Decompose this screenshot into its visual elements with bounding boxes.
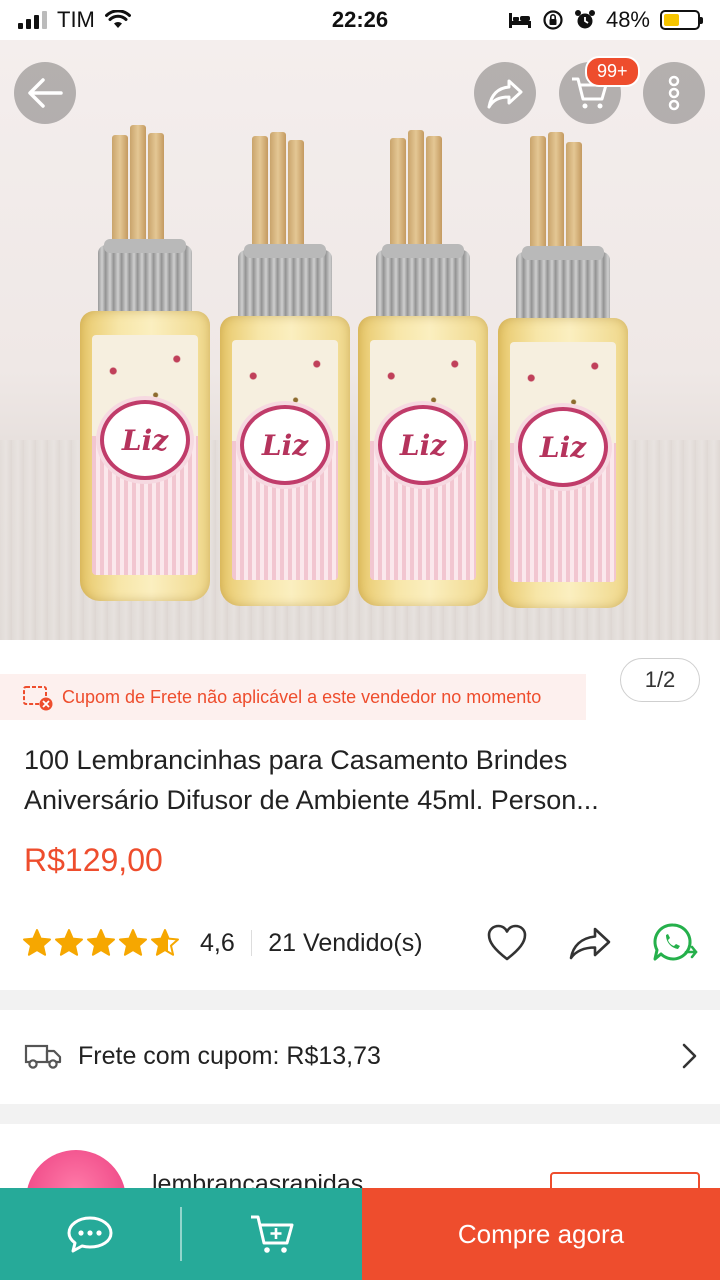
battery-level xyxy=(664,14,680,26)
sold-count: 21 Vendido(s) xyxy=(268,928,423,957)
image-counter: 1/2 xyxy=(620,658,700,702)
status-right: 48% xyxy=(508,7,703,33)
more-button[interactable] xyxy=(643,62,705,124)
product-price: R$129,00 xyxy=(24,842,163,878)
bed-icon xyxy=(508,13,531,28)
status-bar: TIM 22:26 48% xyxy=(0,0,720,40)
add-to-cart-button[interactable] xyxy=(182,1188,362,1280)
more-vertical-icon xyxy=(668,75,680,111)
back-button[interactable] xyxy=(14,62,76,124)
carrier-name: TIM xyxy=(57,7,95,32)
status-time: 22:26 xyxy=(331,7,389,32)
share-button[interactable] xyxy=(474,62,536,124)
product-image[interactable]: Liz Liz Liz Liz 99+ xyxy=(0,40,720,640)
truck-icon xyxy=(24,1044,62,1069)
coupon-notice-text: Cupom de Frete não aplicável a este vend… xyxy=(62,686,542,707)
heart-icon[interactable] xyxy=(486,924,528,962)
chat-button[interactable] xyxy=(0,1188,180,1280)
star-icon xyxy=(23,929,51,956)
bottle-label-text: Liz xyxy=(121,423,169,457)
alarm-icon xyxy=(574,10,595,29)
star-icon xyxy=(87,929,115,956)
share-icon xyxy=(487,79,523,109)
bottle-label-text: Liz xyxy=(539,430,587,464)
bottle-label-text: Liz xyxy=(261,428,309,462)
star-icon xyxy=(151,929,179,956)
rotation-lock-icon xyxy=(543,10,563,30)
wifi-icon xyxy=(104,10,131,28)
bottom-left-actions xyxy=(0,1188,362,1280)
chat-icon xyxy=(67,1216,113,1253)
coupon-notice: Cupom de Frete não aplicável a este vend… xyxy=(0,674,586,720)
shipping-row[interactable]: Frete com cupom: R$13,73 xyxy=(0,1010,720,1102)
add-to-cart-icon xyxy=(250,1215,294,1253)
status-left: TIM xyxy=(18,7,131,33)
action-icons xyxy=(486,922,698,964)
bottle-label-text: Liz xyxy=(399,428,447,462)
cart-button[interactable]: 99+ xyxy=(559,56,640,124)
battery-percent: 48% xyxy=(605,7,650,32)
star-icon xyxy=(119,929,147,956)
shipping-label: Frete com cupom: R$13,73 xyxy=(78,1041,381,1070)
battery-icon xyxy=(660,10,703,30)
buy-now-button[interactable]: Compre agora xyxy=(362,1188,720,1280)
arrow-left-icon xyxy=(28,78,63,108)
section-gap xyxy=(0,990,720,1010)
coupon-cancel-icon xyxy=(23,686,53,711)
share-icon[interactable] xyxy=(568,925,612,961)
rating-value: 4,6 xyxy=(200,928,235,957)
cart-badge: 99+ xyxy=(585,56,640,87)
section-gap xyxy=(0,1104,720,1124)
star-icon xyxy=(55,929,83,956)
rating-row: 4,6 21 Vendido(s) xyxy=(22,918,698,968)
whatsapp-icon[interactable] xyxy=(652,922,698,964)
product-page: TIM 22:26 48% Liz Liz Liz Liz 99+ Cupom … xyxy=(0,0,720,1280)
product-title: 100 Lembrancinhas para Casamento Brindes… xyxy=(24,740,704,820)
bottom-action-bar: Compre agora xyxy=(0,1188,720,1280)
chevron-right-icon xyxy=(682,1043,697,1069)
rating-stars xyxy=(22,928,180,958)
signal-icon xyxy=(18,11,47,29)
rating-divider xyxy=(250,930,253,956)
product-title-line1: 100 Lembrancinhas para Casamento Brindes xyxy=(24,745,568,775)
product-title-line2: Aniversário Difusor de Ambiente 45ml. Pe… xyxy=(24,785,599,815)
